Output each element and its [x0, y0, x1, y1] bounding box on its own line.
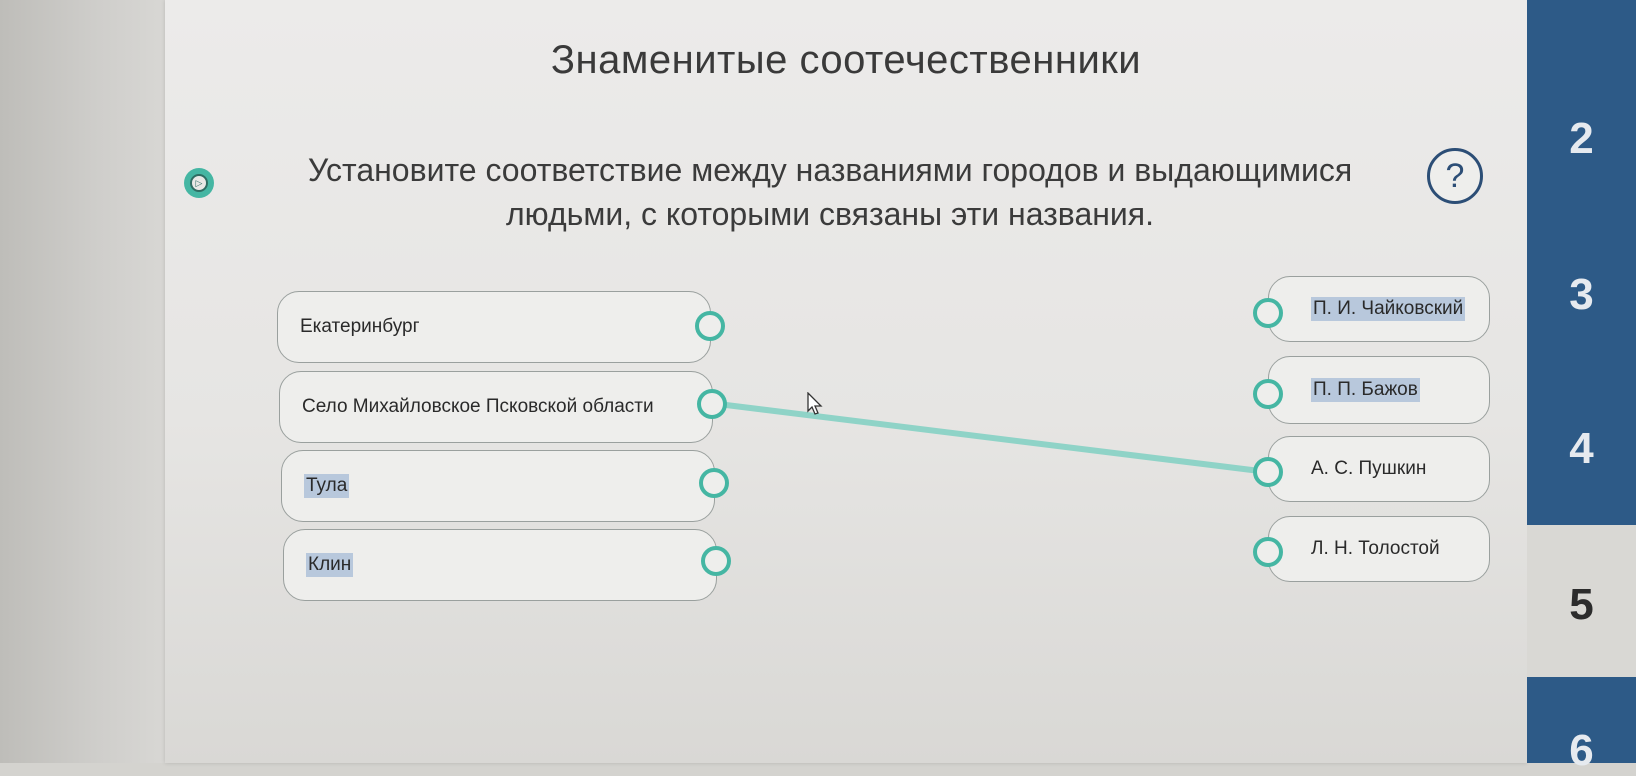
page-title: Знаменитые соотечественники: [550, 38, 1142, 82]
left-connector-node[interactable]: [695, 311, 725, 341]
left-item-label: Екатеринбург: [300, 316, 420, 337]
right-item-label: А. С. Пушкин: [1311, 458, 1427, 479]
right-item-card[interactable]: А. С. Пушкин: [1268, 436, 1490, 502]
left-item-card[interactable]: Екатеринбург: [277, 291, 711, 363]
side-nav-item-6[interactable]: 6: [1527, 726, 1636, 776]
right-item-card[interactable]: П. И. Чайковский: [1268, 276, 1490, 342]
left-item-card[interactable]: Село Михайловское Псковской области: [279, 371, 713, 443]
right-connector-node[interactable]: [1253, 298, 1283, 328]
right-item-label: Л. Н. Толостой: [1311, 538, 1440, 559]
left-item-card[interactable]: Клин: [283, 529, 717, 601]
instruction-line-1: Установите соответствие между названиями…: [307, 152, 1353, 188]
side-nav-item-4[interactable]: 4: [1527, 424, 1636, 474]
right-connector-node[interactable]: [1253, 379, 1283, 409]
side-nav-item-5[interactable]: 5: [1527, 580, 1636, 630]
audio-play-icon[interactable]: ▷: [184, 168, 214, 198]
left-item-label: Тула: [304, 474, 350, 498]
left-connector-node[interactable]: [697, 389, 727, 419]
side-nav-item-2[interactable]: 2: [1527, 114, 1636, 164]
right-item-card[interactable]: Л. Н. Толостой: [1268, 516, 1490, 582]
left-item-label: Клин: [306, 553, 354, 577]
mouse-cursor-icon: [807, 392, 823, 415]
side-nav-item-3[interactable]: 3: [1527, 270, 1636, 320]
right-connector-node[interactable]: [1253, 537, 1283, 567]
right-item-label: П. И. Чайковский: [1311, 297, 1466, 321]
task-instruction: Установите соответствие между названиями…: [270, 148, 1390, 236]
instruction-line-2: людьми, с которыми связаны эти названия.: [506, 196, 1154, 232]
right-connector-node[interactable]: [1253, 457, 1283, 487]
left-margin: [0, 0, 165, 763]
left-item-card[interactable]: Тула: [281, 450, 715, 522]
left-item-label: Село Михайловское Псковской области: [302, 396, 654, 417]
right-item-card[interactable]: П. П. Бажов: [1268, 356, 1490, 424]
left-connector-node[interactable]: [701, 546, 731, 576]
left-connector-node[interactable]: [699, 468, 729, 498]
right-item-label: П. П. Бажов: [1311, 378, 1420, 402]
help-icon[interactable]: ?: [1427, 148, 1483, 204]
